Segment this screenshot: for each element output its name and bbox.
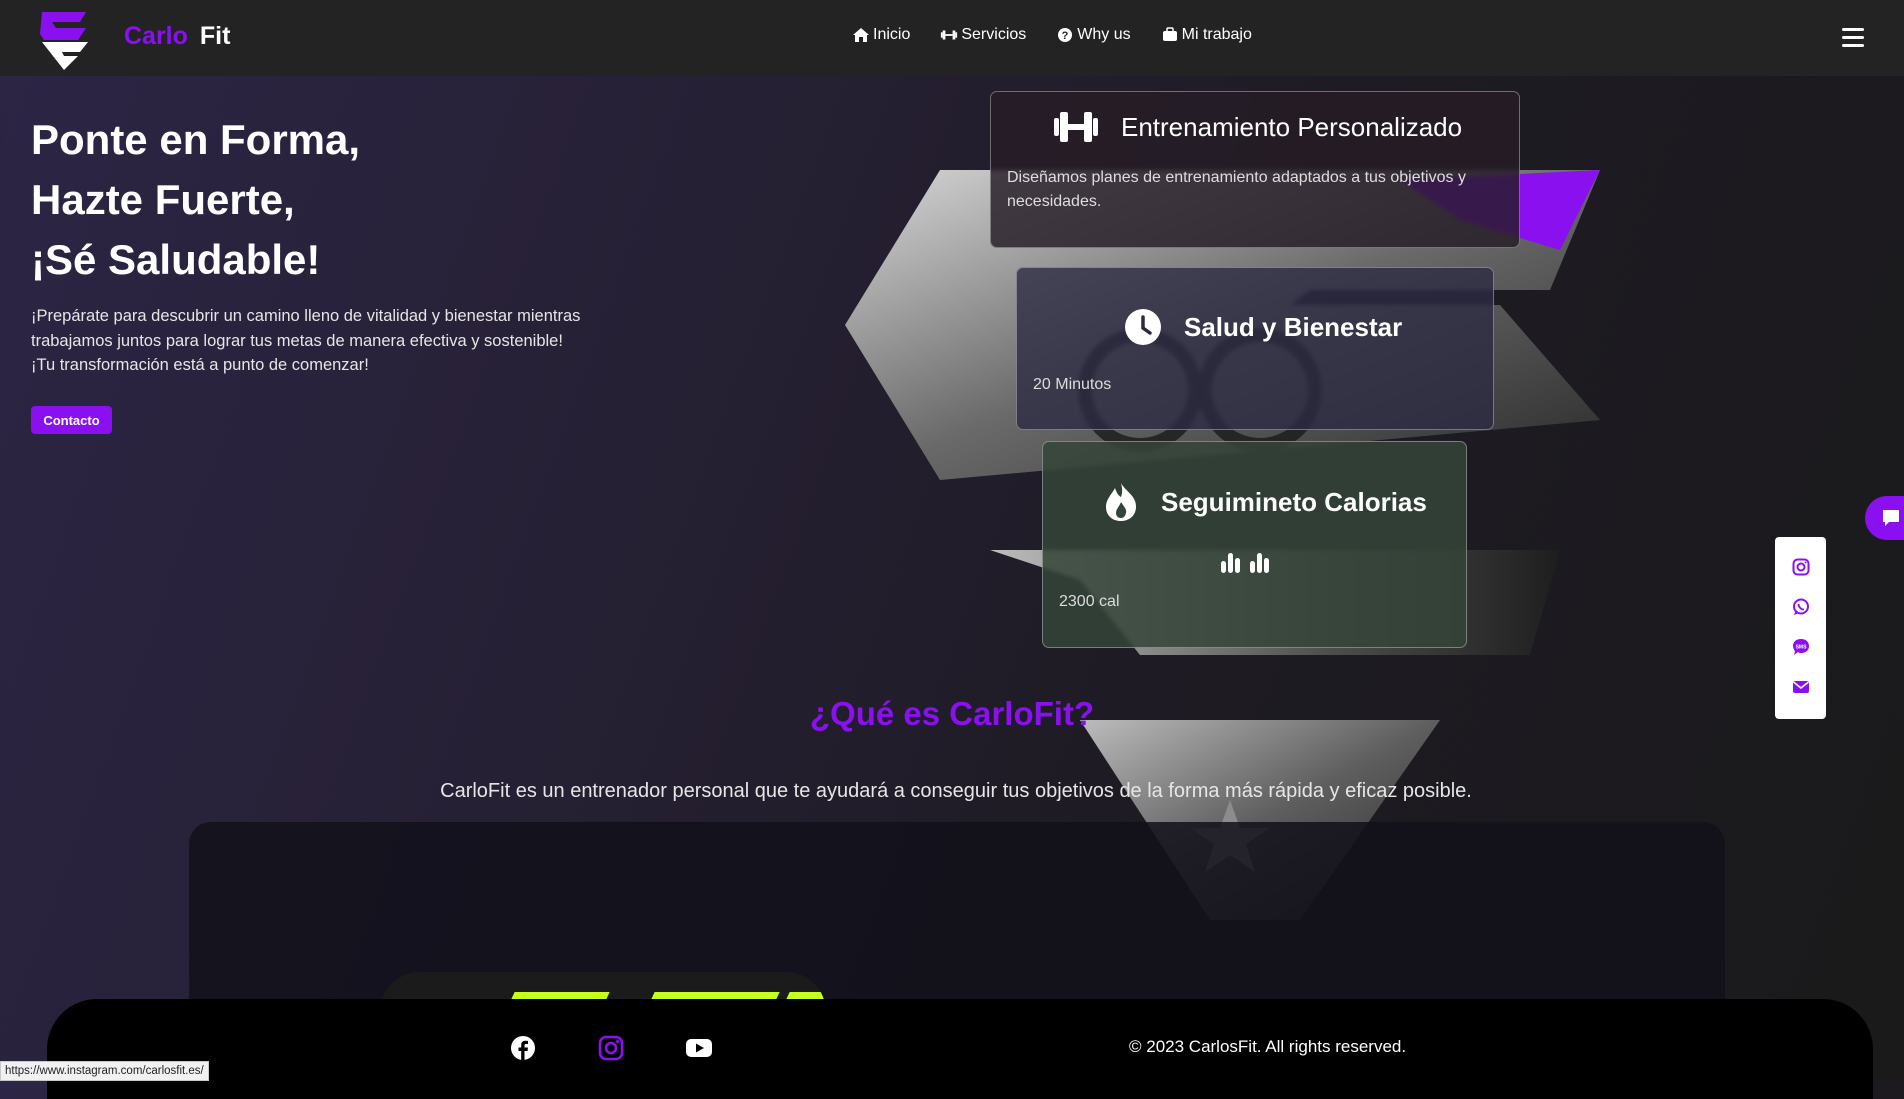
svg-text:SMS: SMS bbox=[1796, 645, 1808, 651]
instagram-icon[interactable] bbox=[598, 1035, 624, 1061]
nav-servicios[interactable]: Servicios bbox=[940, 26, 1026, 44]
carlofit-logo[interactable] bbox=[34, 10, 94, 70]
hero-title-line: ¡Sé Saludable! bbox=[31, 236, 321, 283]
service-card-calories: Seguimineto Calorias 2300 cal bbox=[1042, 441, 1467, 648]
question-circle-icon: ? bbox=[1058, 28, 1073, 42]
about-title: ¿Qué es CarloFit? bbox=[809, 695, 1095, 732]
hero-description: ¡Prepárate para descubrir un camino llen… bbox=[31, 307, 581, 374]
nav-label: Inicio bbox=[873, 26, 911, 43]
nav-label: Mi trabajo bbox=[1181, 26, 1252, 43]
flame-icon bbox=[1106, 483, 1137, 521]
facebook-icon[interactable] bbox=[510, 1035, 536, 1061]
clock-icon bbox=[1125, 309, 1161, 345]
instagram-icon[interactable] bbox=[1792, 558, 1810, 576]
card-title: Seguimineto Calorias bbox=[1161, 486, 1427, 517]
about-description: CarloFit es un entrenador personal que t… bbox=[440, 780, 1472, 802]
brand-part-1: Carlo bbox=[124, 22, 188, 50]
home-icon bbox=[853, 28, 869, 42]
card-title: Salud y Bienestar bbox=[1184, 311, 1403, 342]
dumbbell-icon bbox=[941, 30, 958, 40]
card-calories: 2300 cal bbox=[1059, 593, 1120, 610]
chat-button[interactable] bbox=[1865, 496, 1904, 540]
card-duration: 20 Minutos bbox=[1033, 376, 1112, 393]
nav-label: Servicios bbox=[961, 26, 1027, 43]
brand-part-2: Fit bbox=[199, 22, 231, 50]
svg-text:?: ? bbox=[1062, 30, 1069, 42]
footer-social-links bbox=[510, 1035, 712, 1061]
briefcase-icon bbox=[1162, 27, 1177, 41]
nav-inicio[interactable]: Inicio bbox=[852, 26, 910, 44]
copyright-text: © 2023 CarlosFit. All rights reserved. bbox=[1129, 1037, 1407, 1056]
service-card-health: Salud y Bienestar 20 Minutos bbox=[1016, 267, 1494, 430]
hamburger-icon[interactable] bbox=[1842, 28, 1864, 48]
chat-icon bbox=[1883, 510, 1899, 526]
nav-why-us[interactable]: ? Why us bbox=[1056, 26, 1131, 44]
footer bbox=[47, 999, 1873, 1099]
social-sidebar: SMS bbox=[1775, 537, 1826, 719]
main-nav: Inicio Servicios ? Why us Mi trabajo bbox=[852, 26, 1252, 44]
top-navbar: Carlo Fit Inicio Servicios ? Why us Mi tr… bbox=[0, 0, 1904, 76]
sms-icon[interactable]: SMS bbox=[1792, 638, 1810, 656]
hero-title-line: Ponte en Forma, bbox=[31, 116, 361, 163]
youtube-icon[interactable] bbox=[686, 1035, 712, 1061]
hero-title-line: Hazte Fuerte, bbox=[31, 176, 295, 223]
chart-bars-icon bbox=[1221, 551, 1269, 573]
nav-mi-trabajo[interactable]: Mi trabajo bbox=[1161, 26, 1252, 44]
email-icon[interactable] bbox=[1792, 678, 1810, 696]
contact-button[interactable]: Contacto bbox=[31, 406, 112, 434]
status-bar-url: https://www.instagram.com/carlosfit.es/ bbox=[0, 1061, 209, 1081]
whatsapp-icon[interactable] bbox=[1792, 598, 1810, 616]
card-description: Diseñamos planes de entrenamiento adapta… bbox=[1007, 169, 1466, 210]
service-card-training: Entrenamiento Personalizado Diseñamos pl… bbox=[990, 91, 1520, 248]
brand-name[interactable]: Carlo Fit bbox=[124, 22, 230, 51]
dumbbell-icon bbox=[1054, 112, 1098, 142]
card-title: Entrenamiento Personalizado bbox=[1121, 111, 1463, 142]
hero-title: Ponte en Forma, Hazte Fuerte, ¡Sé Saluda… bbox=[31, 110, 360, 290]
nav-label: Why us bbox=[1077, 26, 1131, 43]
